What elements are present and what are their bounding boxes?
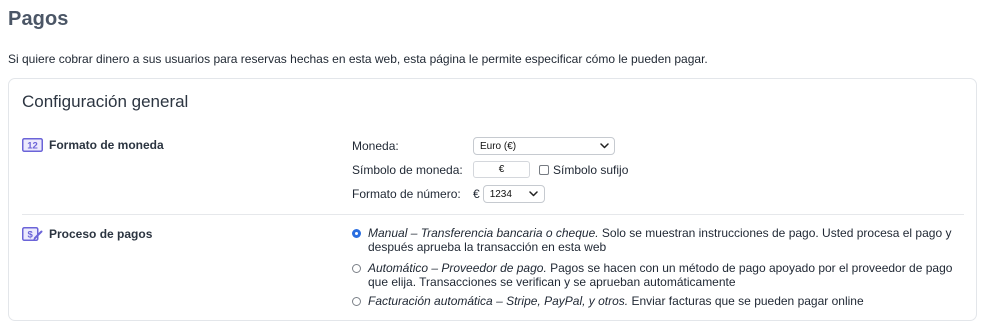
formato-select-value: 1234 bbox=[489, 188, 512, 200]
payment-process-label: Proceso de pagos bbox=[49, 227, 153, 241]
payment-process-section-header: $ Proceso de pagos bbox=[22, 227, 152, 241]
automatic-option-text: Automático – Proveedor de pago. Pagos se… bbox=[368, 261, 962, 289]
payment-option-automatic[interactable]: Automático – Proveedor de pago. Pagos se… bbox=[352, 261, 962, 289]
moneda-select[interactable]: Euro (€) bbox=[473, 137, 615, 155]
chevron-down-icon bbox=[529, 189, 539, 199]
formato-select[interactable]: 1234 bbox=[482, 185, 545, 203]
payment-process-icon: $ bbox=[22, 227, 43, 241]
simbolo-input[interactable] bbox=[473, 161, 530, 178]
currency-format-icon-text: 12 bbox=[27, 141, 38, 152]
invoicing-option-title: Facturación automática – Stripe, PayPal,… bbox=[368, 294, 629, 308]
payment-option-invoicing[interactable]: Facturación automática – Stripe, PayPal,… bbox=[352, 294, 962, 309]
automatic-radio[interactable] bbox=[352, 264, 361, 273]
payment-process-icon-text: $ bbox=[28, 230, 34, 241]
manual-option-title: Manual – Transferencia bancaria o cheque… bbox=[368, 226, 599, 240]
formato-label: Formato de número: bbox=[352, 187, 461, 201]
invoicing-option-description: Enviar facturas que se pueden pagar onli… bbox=[628, 294, 864, 308]
sufijo-label[interactable]: Símbolo sufijo bbox=[553, 163, 628, 177]
sufijo-checkbox[interactable] bbox=[539, 164, 549, 175]
simbolo-row: Símbolo de moneda: Símbolo sufijo bbox=[352, 161, 628, 178]
moneda-row: Moneda: Euro (€) bbox=[352, 137, 615, 155]
payment-option-manual[interactable]: Manual – Transferencia bancaria o cheque… bbox=[352, 226, 962, 254]
manual-option-text: Manual – Transferencia bancaria o cheque… bbox=[368, 226, 962, 254]
formato-prefix: € bbox=[473, 187, 480, 201]
moneda-select-value: Euro (€) bbox=[480, 140, 517, 152]
formato-row: Formato de número: € 1234 bbox=[352, 185, 545, 203]
invoicing-radio[interactable] bbox=[352, 297, 361, 306]
currency-format-label: Formato de moneda bbox=[49, 138, 164, 152]
page-description: Si quiere cobrar dinero a sus usuarios p… bbox=[8, 52, 708, 66]
chevron-down-icon bbox=[599, 141, 609, 151]
section-divider bbox=[22, 214, 964, 215]
currency-format-section-header: 12 Formato de moneda bbox=[22, 138, 164, 152]
moneda-label: Moneda: bbox=[352, 139, 399, 153]
card-title: Configuración general bbox=[22, 92, 189, 111]
page-title: Pagos bbox=[8, 8, 69, 30]
currency-format-icon: 12 bbox=[22, 138, 43, 152]
simbolo-label: Símbolo de moneda: bbox=[352, 162, 463, 177]
manual-radio[interactable] bbox=[352, 229, 361, 238]
general-settings-card: Configuración general 12 Formato de mone… bbox=[8, 78, 977, 321]
automatic-option-title: Automático – Proveedor de pago. bbox=[368, 261, 547, 275]
invoicing-option-text: Facturación automática – Stripe, PayPal,… bbox=[368, 294, 864, 309]
